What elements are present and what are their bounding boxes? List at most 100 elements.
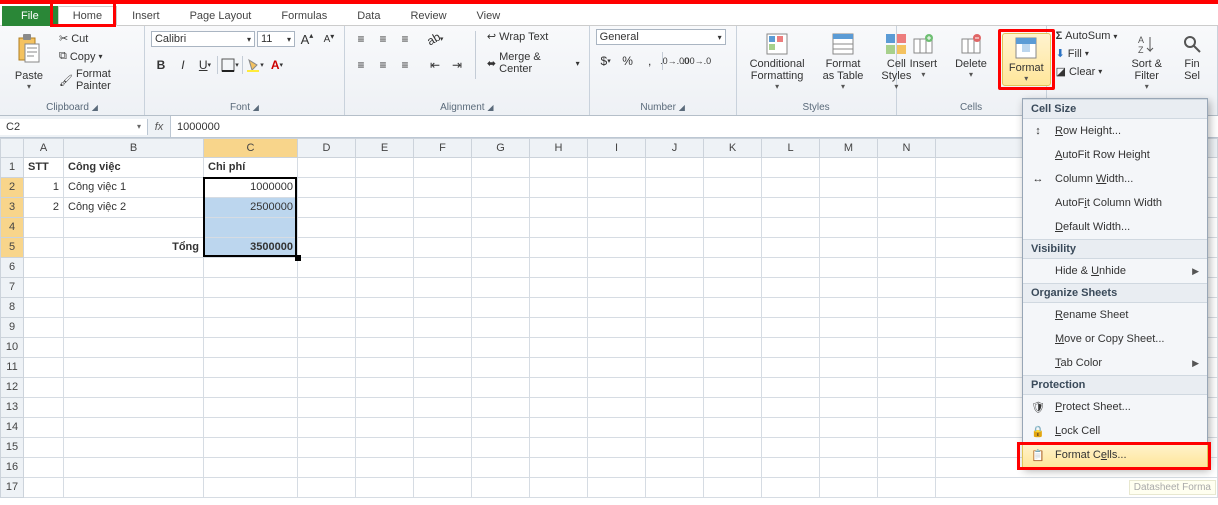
cell-J10[interactable] xyxy=(646,338,704,358)
orientation-button[interactable]: ab▾ xyxy=(425,29,445,49)
cell-J16[interactable] xyxy=(646,458,704,478)
row-header-2[interactable]: 2 xyxy=(0,178,24,198)
row-header-9[interactable]: 9 xyxy=(0,318,24,338)
cell-J7[interactable] xyxy=(646,278,704,298)
cell-C1[interactable]: Chi phí xyxy=(204,158,298,178)
cell-B3[interactable]: Công việc 2 xyxy=(64,198,204,218)
fx-icon[interactable]: fx xyxy=(148,121,170,133)
menu-autofit-row[interactable]: AutoFit Row Height xyxy=(1023,143,1207,167)
cell-F14[interactable] xyxy=(414,418,472,438)
column-header-F[interactable]: F xyxy=(414,138,472,158)
cell-F15[interactable] xyxy=(414,438,472,458)
cell-I9[interactable] xyxy=(588,318,646,338)
cell-H4[interactable] xyxy=(530,218,588,238)
menu-tab-color[interactable]: Tab Color▶ xyxy=(1023,351,1207,375)
row-header-16[interactable]: 16 xyxy=(0,458,24,478)
align-center-button[interactable]: ≡ xyxy=(373,55,393,75)
cell-J2[interactable] xyxy=(646,178,704,198)
align-top-button[interactable]: ≡ xyxy=(351,29,371,49)
align-left-button[interactable]: ≡ xyxy=(351,55,371,75)
cell-C7[interactable] xyxy=(204,278,298,298)
cell-A1[interactable]: STT xyxy=(24,158,64,178)
cell-K10[interactable] xyxy=(704,338,762,358)
column-header-K[interactable]: K xyxy=(704,138,762,158)
cell-B16[interactable] xyxy=(64,458,204,478)
cell-N1[interactable] xyxy=(878,158,936,178)
cell-C5[interactable]: 3500000 xyxy=(204,238,298,258)
column-header-H[interactable]: H xyxy=(530,138,588,158)
cell-D6[interactable] xyxy=(298,258,356,278)
comma-button[interactable]: , xyxy=(640,51,660,71)
cell-N7[interactable] xyxy=(878,278,936,298)
cell-E12[interactable] xyxy=(356,378,414,398)
cell-I10[interactable] xyxy=(588,338,646,358)
cell-L9[interactable] xyxy=(762,318,820,338)
cell-H5[interactable] xyxy=(530,238,588,258)
cell-L14[interactable] xyxy=(762,418,820,438)
row-header-7[interactable]: 7 xyxy=(0,278,24,298)
sort-filter-button[interactable]: AZ Sort & Filter▾ xyxy=(1124,29,1169,94)
cell-M3[interactable] xyxy=(820,198,878,218)
fill-button[interactable]: ⬇Fill▾ xyxy=(1053,46,1121,61)
italic-button[interactable]: I xyxy=(173,55,193,75)
column-header-B[interactable]: B xyxy=(64,138,204,158)
row-header-13[interactable]: 13 xyxy=(0,398,24,418)
cell-J9[interactable] xyxy=(646,318,704,338)
cell-H6[interactable] xyxy=(530,258,588,278)
delete-cells-button[interactable]: Delete▾ xyxy=(948,29,994,82)
cell-H14[interactable] xyxy=(530,418,588,438)
cell-G5[interactable] xyxy=(472,238,530,258)
cell-H12[interactable] xyxy=(530,378,588,398)
cell-L13[interactable] xyxy=(762,398,820,418)
cell-C16[interactable] xyxy=(204,458,298,478)
cell-D4[interactable] xyxy=(298,218,356,238)
menu-lock-cell[interactable]: 🔒Lock Cell xyxy=(1023,419,1207,443)
menu-row-height[interactable]: ↕Row Height... xyxy=(1023,119,1207,143)
cell-C8[interactable] xyxy=(204,298,298,318)
cell-N10[interactable] xyxy=(878,338,936,358)
row-header-1[interactable]: 1 xyxy=(0,158,24,178)
cell-I15[interactable] xyxy=(588,438,646,458)
cell-L16[interactable] xyxy=(762,458,820,478)
cell-J5[interactable] xyxy=(646,238,704,258)
cell-F8[interactable] xyxy=(414,298,472,318)
row-header-3[interactable]: 3 xyxy=(0,198,24,218)
cell-L12[interactable] xyxy=(762,378,820,398)
font-size-combo[interactable]: 11▾ xyxy=(257,31,295,47)
cell-G16[interactable] xyxy=(472,458,530,478)
cell-D1[interactable] xyxy=(298,158,356,178)
cell-J6[interactable] xyxy=(646,258,704,278)
column-header-L[interactable]: L xyxy=(762,138,820,158)
cell-G8[interactable] xyxy=(472,298,530,318)
cell-G6[interactable] xyxy=(472,258,530,278)
cell-M6[interactable] xyxy=(820,258,878,278)
cell-G14[interactable] xyxy=(472,418,530,438)
column-header-C[interactable]: C xyxy=(204,138,298,158)
cell-B17[interactable] xyxy=(64,478,204,498)
underline-button[interactable]: U▾ xyxy=(195,55,215,75)
cell-A6[interactable] xyxy=(24,258,64,278)
cell-G17[interactable] xyxy=(472,478,530,498)
cell-E4[interactable] xyxy=(356,218,414,238)
cell-E7[interactable] xyxy=(356,278,414,298)
cell-M8[interactable] xyxy=(820,298,878,318)
shrink-font-button[interactable]: A▾ xyxy=(319,29,339,49)
cell-M10[interactable] xyxy=(820,338,878,358)
cell-B12[interactable] xyxy=(64,378,204,398)
border-button[interactable]: ▾ xyxy=(220,55,240,75)
cell-F12[interactable] xyxy=(414,378,472,398)
cell-J13[interactable] xyxy=(646,398,704,418)
align-bottom-button[interactable]: ≡ xyxy=(395,29,415,49)
cell-L5[interactable] xyxy=(762,238,820,258)
cell-D3[interactable] xyxy=(298,198,356,218)
insert-cells-button[interactable]: Insert▾ xyxy=(903,29,945,82)
cell-K17[interactable] xyxy=(704,478,762,498)
cell-I17[interactable] xyxy=(588,478,646,498)
cell-I11[interactable] xyxy=(588,358,646,378)
cell-K1[interactable] xyxy=(704,158,762,178)
cell-F6[interactable] xyxy=(414,258,472,278)
align-middle-button[interactable]: ≡ xyxy=(373,29,393,49)
cell-I14[interactable] xyxy=(588,418,646,438)
cell-C9[interactable] xyxy=(204,318,298,338)
column-header-E[interactable]: E xyxy=(356,138,414,158)
